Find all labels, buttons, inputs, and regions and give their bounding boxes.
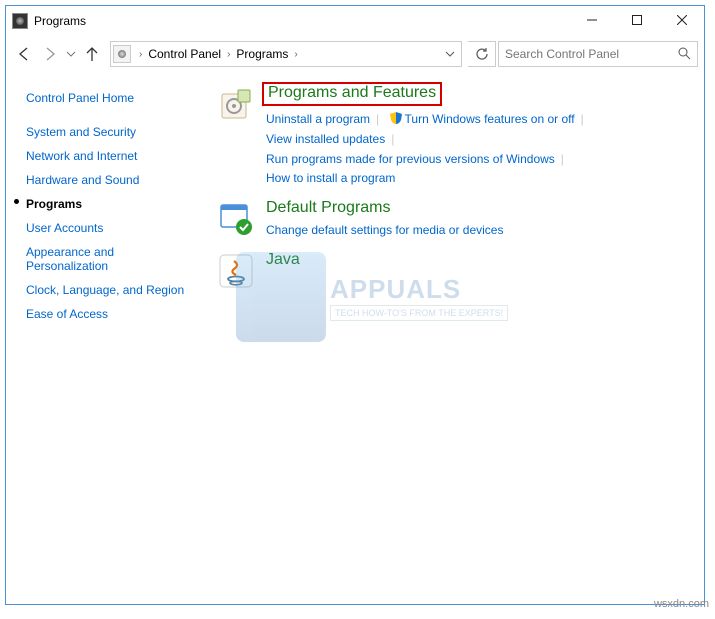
link-change-defaults[interactable]: Change default settings for media or dev… bbox=[266, 223, 503, 237]
default-programs-icon bbox=[216, 199, 256, 239]
titlebar: Programs bbox=[6, 6, 704, 36]
back-button[interactable] bbox=[12, 42, 36, 66]
minimize-button[interactable] bbox=[569, 6, 614, 34]
sidebar-item-system[interactable]: System and Security bbox=[26, 120, 208, 144]
breadcrumb-current[interactable]: Programs bbox=[234, 47, 290, 61]
up-button[interactable] bbox=[80, 42, 104, 66]
search-box[interactable] bbox=[498, 41, 698, 67]
section-programs-features: Programs and Features Uninstall a progra… bbox=[216, 84, 694, 189]
link-howto[interactable]: How to install a program bbox=[266, 171, 395, 185]
forward-button bbox=[38, 42, 62, 66]
java-header[interactable]: Java bbox=[266, 251, 300, 269]
link-windows-features[interactable]: Turn Windows features on or off bbox=[405, 112, 575, 126]
link-compat[interactable]: Run programs made for previous versions … bbox=[266, 152, 555, 166]
section-default-programs: Default Programs Change default settings… bbox=[216, 199, 694, 241]
sidebar-item-network[interactable]: Network and Internet bbox=[26, 144, 208, 168]
sidebar-home[interactable]: Control Panel Home bbox=[26, 86, 208, 110]
attribution: wsxdn.com bbox=[654, 598, 709, 610]
java-icon bbox=[216, 251, 256, 291]
link-view-updates[interactable]: View installed updates bbox=[266, 132, 385, 146]
sidebar-item-users[interactable]: User Accounts bbox=[26, 216, 208, 240]
search-icon[interactable] bbox=[677, 46, 691, 63]
refresh-button[interactable] bbox=[468, 41, 496, 67]
sidebar-item-clock[interactable]: Clock, Language, and Region bbox=[26, 278, 208, 302]
close-button[interactable] bbox=[659, 6, 704, 34]
chevron-right-icon[interactable]: › bbox=[135, 49, 146, 60]
sidebar-item-hardware[interactable]: Hardware and Sound bbox=[26, 168, 208, 192]
content-area: Programs and Features Uninstall a progra… bbox=[216, 72, 704, 604]
sidebar-item-appearance[interactable]: Appearance and Personalization bbox=[26, 240, 208, 278]
address-bar[interactable]: › Control Panel › Programs › bbox=[110, 41, 462, 67]
default-programs-header[interactable]: Default Programs bbox=[266, 199, 391, 217]
sidebar: Control Panel Home System and Security N… bbox=[6, 72, 216, 604]
maximize-button[interactable] bbox=[614, 6, 659, 34]
app-icon bbox=[12, 13, 28, 29]
control-panel-window: Programs › Control Panel › Programs › bbox=[5, 5, 705, 605]
programs-features-icon bbox=[216, 84, 256, 124]
window-title: Programs bbox=[34, 14, 86, 28]
address-icon bbox=[113, 45, 131, 63]
toolbar: › Control Panel › Programs › bbox=[6, 36, 704, 72]
recent-dropdown[interactable] bbox=[64, 42, 78, 66]
chevron-right-icon[interactable]: › bbox=[223, 49, 234, 60]
sidebar-item-ease[interactable]: Ease of Access bbox=[26, 302, 208, 326]
chevron-right-icon[interactable]: › bbox=[290, 49, 301, 60]
address-dropdown[interactable] bbox=[443, 42, 457, 66]
search-input[interactable] bbox=[505, 47, 691, 61]
link-uninstall[interactable]: Uninstall a program bbox=[266, 112, 370, 126]
shield-icon bbox=[389, 111, 403, 125]
breadcrumb-root[interactable]: Control Panel bbox=[146, 47, 223, 61]
programs-features-header[interactable]: Programs and Features bbox=[262, 82, 442, 106]
section-java: Java bbox=[216, 251, 694, 291]
sidebar-item-programs[interactable]: Programs bbox=[26, 192, 208, 216]
